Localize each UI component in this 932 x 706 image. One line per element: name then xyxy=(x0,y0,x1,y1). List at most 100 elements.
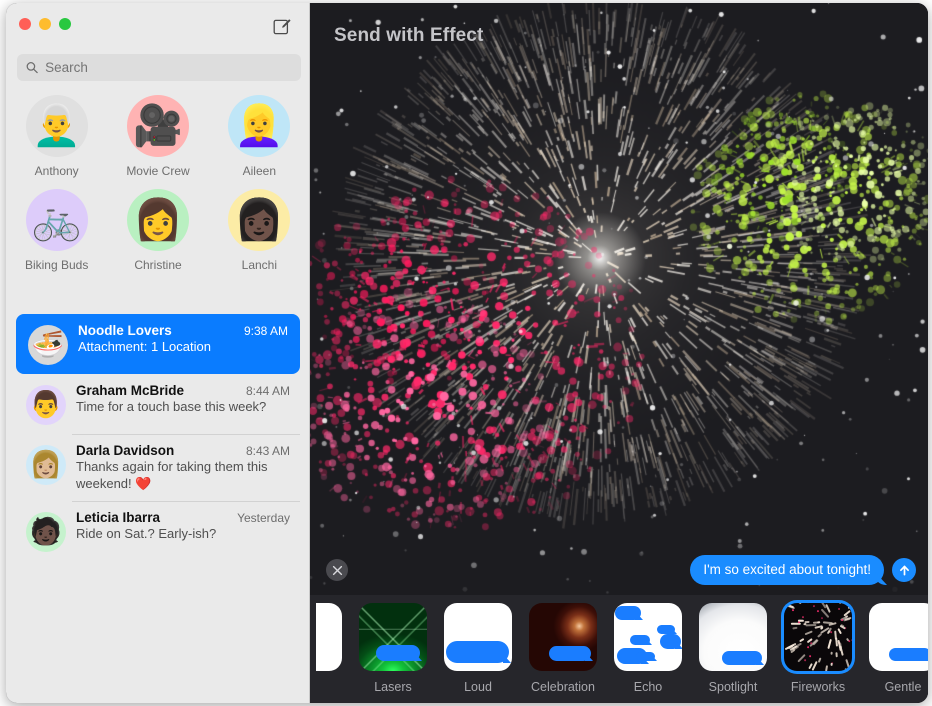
bubble-preview xyxy=(615,606,641,620)
pinned-conversation-label: Movie Crew xyxy=(126,164,190,178)
row-divider xyxy=(72,434,300,435)
avatar: 👩🏼 xyxy=(26,445,66,485)
spark xyxy=(791,603,802,605)
spark xyxy=(825,665,829,671)
sidebar: 👨‍🦳 Anthony 🎥 Movie Crew 👱‍♀️ Aileen 🚲 Biking B… xyxy=(6,3,310,703)
spark xyxy=(850,638,852,642)
spark xyxy=(839,603,844,605)
conversation-timestamp: 8:43 AM xyxy=(245,444,290,458)
bubble-preview xyxy=(660,634,681,649)
spark xyxy=(829,630,833,634)
search-input[interactable] xyxy=(45,60,292,75)
effect-label: Celebration xyxy=(531,680,595,694)
spark xyxy=(790,623,801,625)
window-traffic-lights xyxy=(19,18,71,30)
zoom-window-button[interactable] xyxy=(59,18,71,30)
spark xyxy=(812,639,819,646)
close-effects-button[interactable] xyxy=(326,559,348,581)
compose-pencil-square-icon xyxy=(273,18,291,34)
close-window-button[interactable] xyxy=(19,18,31,30)
pinned-conversation[interactable]: 👱‍♀️ Aileen xyxy=(209,95,310,178)
effect-thumbnail xyxy=(529,603,597,671)
conversation-name: Darla Davidson xyxy=(76,443,175,458)
send-message-button[interactable] xyxy=(892,558,916,582)
avatar: 🎥 xyxy=(126,95,189,157)
avatar: 👩 xyxy=(126,189,189,251)
conversation-row[interactable]: 🍜 Noodle Lovers 9:38 AM Attachment: 1 Locat… xyxy=(16,314,300,374)
spark xyxy=(816,632,822,638)
spark xyxy=(830,662,833,666)
effect-thumbnail xyxy=(444,603,512,671)
conversation-preview: Attachment: 1 Location xyxy=(78,339,211,354)
effects-thumbnail-strip[interactable]: Lasers Loud Celebration Echo Spotlight Firewo… xyxy=(310,603,928,694)
bubble-preview xyxy=(636,652,655,661)
outgoing-message-group: I'm so excited about tonight! xyxy=(690,555,916,585)
effect-option-echo[interactable]: Echo xyxy=(614,603,682,694)
close-x-icon xyxy=(332,565,342,575)
conversation-timestamp: 8:44 AM xyxy=(245,384,290,398)
pinned-conversation[interactable]: 🎥 Movie Crew xyxy=(107,95,208,178)
spark xyxy=(805,624,817,627)
effect-option-lasers[interactable]: Lasers xyxy=(359,603,427,694)
effect-option-spotlight[interactable]: Spotlight xyxy=(699,603,767,694)
conversation-preview: Time for a touch base this week? xyxy=(76,399,267,414)
compose-message-button[interactable] xyxy=(271,15,293,37)
spark xyxy=(812,621,819,624)
search-field[interactable] xyxy=(17,54,301,81)
spark xyxy=(802,615,805,618)
effect-label: Lasers xyxy=(374,680,412,694)
messages-window: 👨‍🦳 Anthony 🎥 Movie Crew 👱‍♀️ Aileen 🚲 Biking B… xyxy=(6,3,928,703)
spark xyxy=(791,608,795,612)
pinned-conversation[interactable]: 🚲 Biking Buds xyxy=(6,189,107,272)
conversation-preview: Ride on Sat.? Early-ish? xyxy=(76,526,217,542)
spark xyxy=(821,616,824,620)
bubble-preview xyxy=(722,651,762,665)
search-icon xyxy=(26,62,38,74)
spark xyxy=(846,637,850,641)
bubble-preview xyxy=(446,641,509,663)
conversation-row[interactable]: 👩🏼 Darla Davidson 8:43 AM Thanks again for … xyxy=(14,434,302,501)
effect-label: Fireworks xyxy=(790,680,846,694)
pinned-conversation[interactable]: 👩 Christine xyxy=(107,189,208,272)
spark xyxy=(837,627,842,634)
pinned-conversation-label: Christine xyxy=(134,258,182,272)
conversation-row[interactable]: 👨 Graham McBride 8:44 AM Time for a touch b… xyxy=(14,374,302,434)
spark xyxy=(806,645,810,649)
bubble-preview xyxy=(657,625,675,634)
spark xyxy=(792,627,798,630)
avatar: 🚲 xyxy=(25,189,88,251)
effect-label: Loud xyxy=(464,680,492,694)
effect-option-celebration[interactable]: Celebration xyxy=(529,603,597,694)
spark xyxy=(797,619,804,622)
spark xyxy=(835,637,838,647)
avatar: 🍜 xyxy=(28,325,68,365)
send-controls-row: I'm so excited about tonight! xyxy=(310,553,928,587)
page-title: Send with Effect xyxy=(334,25,484,46)
pinned-conversation-label: Lanchi xyxy=(241,258,278,272)
pinned-conversation[interactable]: 👩🏿 Lanchi xyxy=(209,189,310,272)
spark xyxy=(837,607,841,611)
app-root: 👨‍🦳 Anthony 🎥 Movie Crew 👱‍♀️ Aileen 🚲 Biking B… xyxy=(0,0,932,706)
pinned-conversation-label: Biking Buds xyxy=(24,258,89,272)
pinned-conversation-label: Aileen xyxy=(242,164,276,178)
conversation-preview: Thanks again for taking them this weeken… xyxy=(76,459,268,491)
pinned-conversation[interactable]: 👨‍🦳 Anthony xyxy=(6,95,107,178)
send-arrow-up-icon xyxy=(899,565,909,575)
effect-option-partial[interactable] xyxy=(316,603,342,671)
avatar: 👨 xyxy=(26,385,66,425)
minimize-window-button[interactable] xyxy=(39,18,51,30)
effect-option-fireworks[interactable]: Fireworks xyxy=(784,603,852,694)
effect-option-gentle[interactable]: Gentle xyxy=(869,603,928,694)
effect-option-loud[interactable]: Loud xyxy=(444,603,512,694)
avatar: 👱‍♀️ xyxy=(228,95,291,157)
spark xyxy=(818,657,822,663)
spark xyxy=(812,604,816,608)
effect-label: Gentle xyxy=(884,680,922,694)
effect-preview-pane: Send with Effect I'm so excited about to… xyxy=(310,3,928,703)
effect-thumbnail xyxy=(359,603,427,671)
conversation-row[interactable]: 🧑🏿 Leticia Ibarra Yesterday Ride on Sat.? E… xyxy=(14,501,302,561)
avatar: 👩🏿 xyxy=(228,189,291,251)
effect-thumbnail xyxy=(699,603,767,671)
effect-label: Spotlight xyxy=(708,680,758,694)
spark xyxy=(827,638,832,649)
